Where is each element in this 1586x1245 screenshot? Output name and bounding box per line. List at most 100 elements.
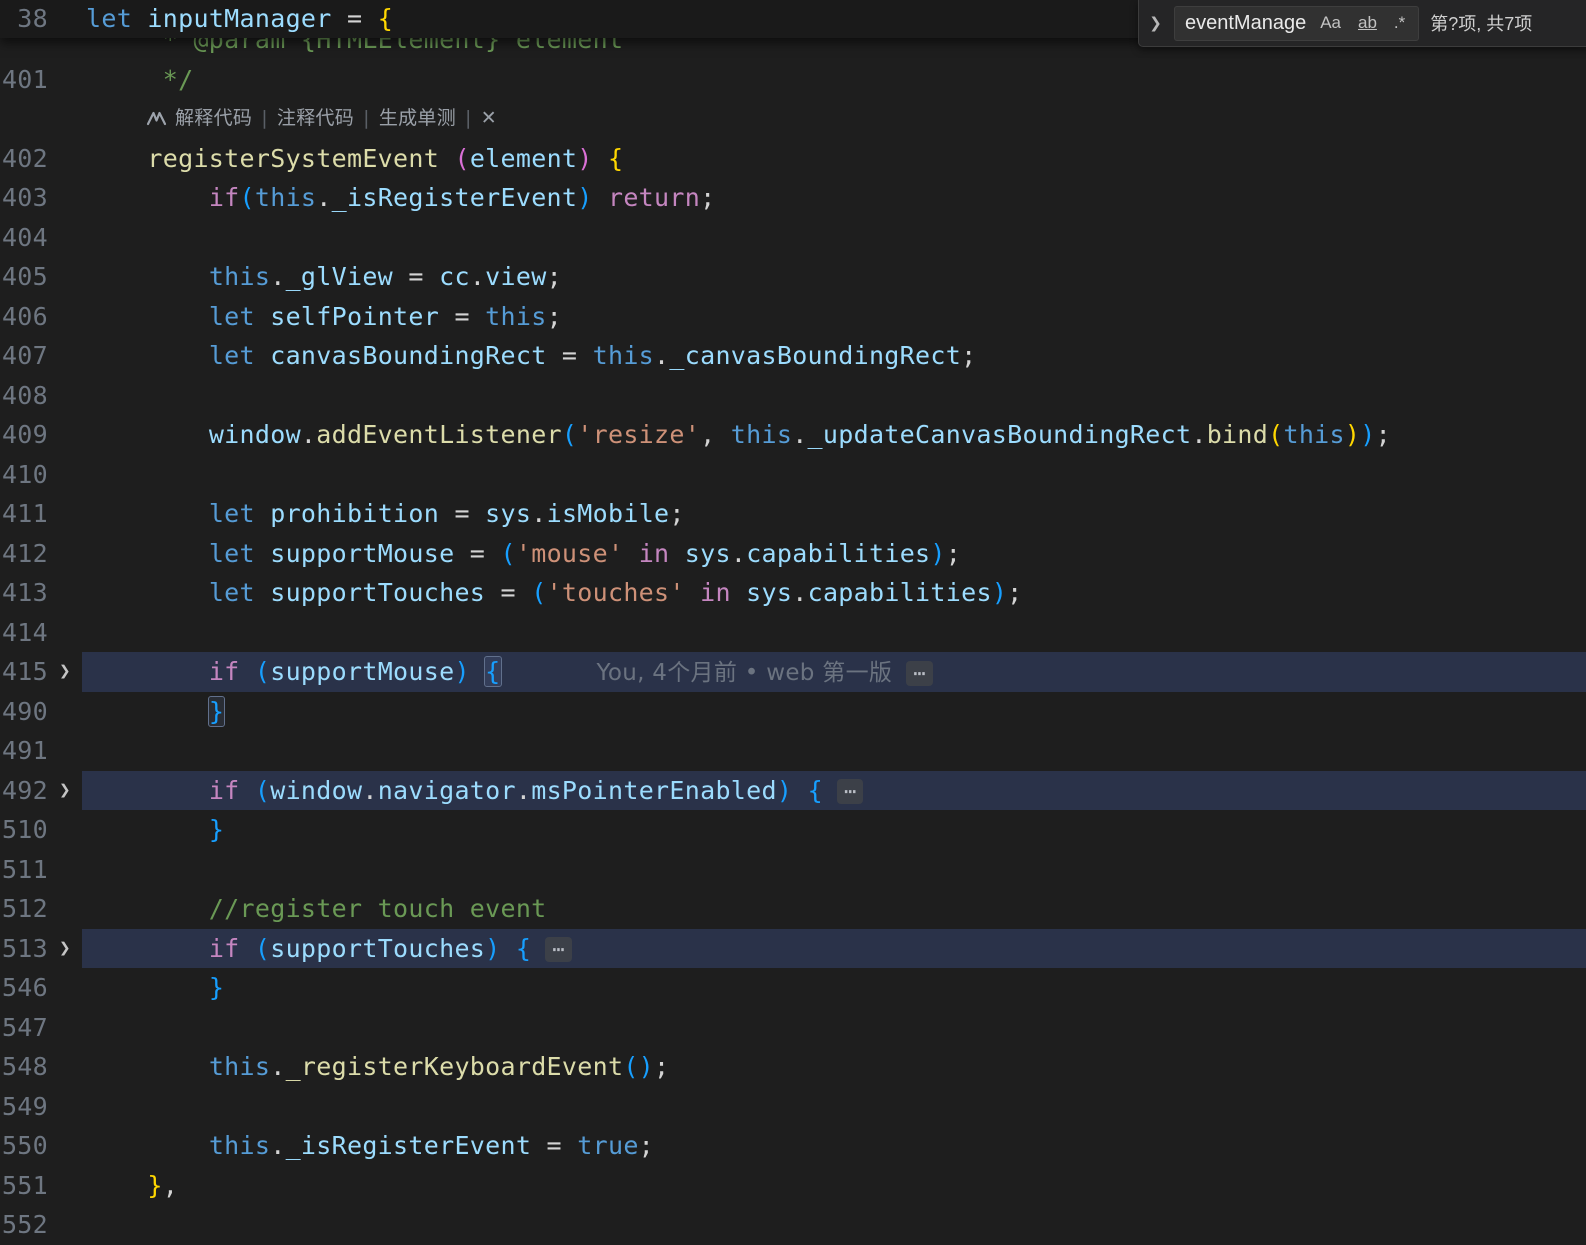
line-content[interactable]: window.addEventListener('resize', this._… [82,415,1586,455]
gutter[interactable]: 401 [0,60,82,100]
line-content[interactable]: this._registerKeyboardEvent(); [82,1047,1586,1087]
gutter[interactable]: 407 [0,336,82,376]
line-content[interactable] [82,1008,1586,1048]
match-case-button[interactable]: Aa [1317,12,1344,34]
line-number[interactable]: 415 [0,652,48,692]
gutter[interactable]: 548 [0,1047,82,1087]
line-content[interactable]: //register touch event [82,889,1586,929]
line-content[interactable]: let supportTouches = ('touches' in sys.c… [82,573,1586,613]
whole-word-button[interactable]: ab [1355,12,1380,34]
line-number[interactable]: 549 [0,1087,48,1127]
line-number[interactable]: 547 [0,1008,48,1048]
gutter[interactable]: 512 [0,889,82,929]
line-number[interactable]: 490 [0,692,48,732]
line-content[interactable]: */ [82,60,1586,100]
regex-button[interactable]: .* [1391,12,1408,34]
fold-chevron-icon[interactable]: ❯ [48,652,82,692]
line-number[interactable]: 407 [0,336,48,376]
gutter[interactable]: 552 [0,1205,82,1245]
line-number[interactable]: 409 [0,415,48,455]
line-content[interactable]: } [82,810,1586,850]
codelens-close-icon[interactable]: ✕ [481,99,497,139]
gutter[interactable]: 410 [0,455,82,495]
line-content[interactable] [82,613,1586,653]
gutter[interactable]: 409 [0,415,82,455]
line-number[interactable]: 405 [0,257,48,297]
gutter[interactable]: 404 [0,218,82,258]
gutter[interactable]: 405 [0,257,82,297]
line-number[interactable]: 408 [0,376,48,416]
codelens-action[interactable]: 解释代码 [175,99,252,139]
line-number[interactable]: 410 [0,455,48,495]
line-number[interactable]: 492 [0,771,48,811]
line-content[interactable]: let canvasBoundingRect = this._canvasBou… [82,336,1586,376]
line-content[interactable]: } [82,968,1586,1008]
gutter[interactable]: 511 [0,850,82,890]
gutter[interactable]: 492 ❯ [0,771,82,811]
fold-chevron-icon[interactable]: ❯ [48,771,82,811]
line-number[interactable]: 413 [0,573,48,613]
line-number[interactable]: 512 [0,889,48,929]
line-content[interactable]: this._glView = cc.view; [82,257,1586,297]
find-query-text[interactable]: eventManage [1185,12,1306,35]
gutter[interactable]: 546 [0,968,82,1008]
line-number[interactable]: 414 [0,613,48,653]
line-number[interactable]: 402 [0,139,48,179]
line-number[interactable]: 552 [0,1205,48,1245]
folded-code-badge[interactable]: ⋯ [836,779,864,804]
line-content[interactable]: let supportMouse = ('mouse' in sys.capab… [82,534,1586,574]
gutter[interactable]: 411 [0,494,82,534]
line-content[interactable]: this._isRegisterEvent = true; [82,1126,1586,1166]
folded-code-badge[interactable]: ⋯ [906,660,933,686]
line-number[interactable]: 511 [0,850,48,890]
gutter[interactable]: 406 [0,297,82,337]
line-content[interactable]: if (supportMouse) {You, 4个月前 • web 第一版 ⋯ [82,652,1586,692]
line-content[interactable] [82,455,1586,495]
gutter[interactable]: 408 [0,376,82,416]
gutter[interactable]: 412 [0,534,82,574]
line-content[interactable]: let prohibition = sys.isMobile; [82,494,1586,534]
line-content[interactable]: if(this._isRegisterEvent) return; [82,178,1586,218]
gutter[interactable]: 415 ❯ [0,652,82,692]
folded-code-badge[interactable]: ⋯ [545,937,572,962]
line-content[interactable]: registerSystemEvent (element) { [82,139,1586,179]
gutter[interactable]: 403 [0,178,82,218]
gutter[interactable]: 513 ❯ [0,929,82,969]
gutter[interactable]: 414 [0,613,82,653]
codelens-action[interactable]: 注释代码 [277,99,354,139]
gutter[interactable]: 413 [0,573,82,613]
toggle-replace-chevron-icon[interactable]: ❯ [1148,14,1163,32]
line-number[interactable]: 546 [0,968,48,1008]
line-number[interactable]: 406 [0,297,48,337]
line-number[interactable]: 550 [0,1126,48,1166]
gutter[interactable]: 551 [0,1166,82,1206]
fold-chevron-icon[interactable]: ❯ [48,929,82,969]
line-number[interactable]: 401 [0,60,48,100]
codelens-action[interactable]: 生成单测 [379,99,456,139]
line-number[interactable]: 551 [0,1166,48,1206]
line-number[interactable] [0,99,48,139]
line-number[interactable]: 403 [0,178,48,218]
line-number[interactable]: 548 [0,1047,48,1087]
gutter[interactable]: 550 [0,1126,82,1166]
line-content[interactable]: }, [82,1166,1586,1206]
line-content[interactable] [82,218,1586,258]
line-content[interactable]: if (supportTouches) {⋯ [82,928,1586,968]
line-content[interactable]: } [82,692,1586,732]
gutter[interactable]: 490 [0,692,82,732]
line-content[interactable] [82,850,1586,890]
line-number[interactable]: 491 [0,731,48,771]
line-content[interactable]: let selfPointer = this; [82,297,1586,337]
line-number[interactable]: 513 [0,929,48,969]
find-input[interactable]: eventManage Aa ab .* [1174,5,1420,41]
gutter[interactable]: 547 [0,1008,82,1048]
gutter[interactable]: 491 [0,731,82,771]
line-number[interactable]: 412 [0,534,48,574]
line-number[interactable]: 404 [0,218,48,258]
gutter[interactable]: 402 [0,139,82,179]
line-content[interactable] [82,1205,1586,1245]
gutter[interactable]: 510 [0,810,82,850]
gutter[interactable]: 549 [0,1087,82,1127]
gutter[interactable] [0,99,82,139]
line-content[interactable] [82,376,1586,416]
